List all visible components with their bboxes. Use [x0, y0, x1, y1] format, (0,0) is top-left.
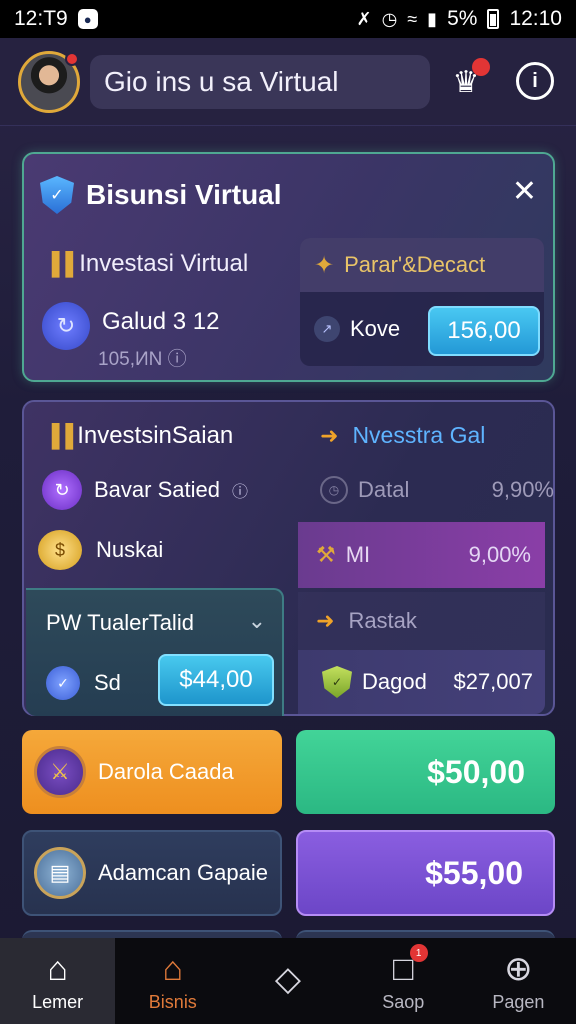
check-icon: ✓ — [46, 666, 80, 700]
list-item[interactable]: ➜ Rastak — [298, 592, 545, 650]
nav-label: Saop — [382, 991, 425, 1012]
row2-right-label: MI — [345, 542, 371, 567]
nav-label: Bisnis — [148, 991, 197, 1012]
bar-chart-icon: ▐▐ — [44, 423, 73, 448]
wifi-icon: ≈ — [407, 8, 418, 29]
dropdown-row-label: Sd — [94, 670, 121, 695]
status-time-left: 12:T9 — [14, 7, 68, 30]
tile-label: Adamcan Gapaie — [98, 860, 268, 885]
bar-chart-icon: ▐▐ — [44, 251, 73, 276]
avatar[interactable] — [18, 50, 80, 113]
tile-value: $50,00 — [427, 753, 525, 790]
nav-label: Pagen — [492, 991, 545, 1012]
dropdown-title: PW TualerTalid — [46, 610, 194, 635]
value-tile-violet[interactable]: $55,00 — [296, 830, 555, 916]
business-home-icon: ⌂ — [162, 949, 184, 988]
card-title: Bisunsi Virtual — [86, 179, 282, 210]
row3-right-label: Rastak — [348, 608, 417, 633]
info-icon: ⓘ — [231, 484, 248, 501]
gold-coin-icon: $ — [38, 530, 82, 570]
value-label: Galud 3 12 — [102, 308, 220, 335]
nav-item-bisnis[interactable]: ⌂ Bisnis — [115, 938, 230, 1024]
coin-icon: ↻ — [42, 302, 90, 350]
clock-icon: ◷ — [320, 476, 348, 504]
battery-icon — [487, 9, 500, 29]
amount-button[interactable]: $44,00 — [158, 654, 274, 706]
coin-icon: ↻ — [42, 470, 82, 510]
notification-badge: 1 — [409, 944, 428, 962]
investment-card: ▐▐ InvestsinSaian ➜ Nvesstra Gal ↻ Bavar… — [22, 400, 555, 716]
row4-right-label: Dagod — [362, 669, 427, 694]
deposit-panel: ✦ Parar'&Decact ↗ Kove 156,00 — [300, 238, 544, 366]
list-item-highlighted[interactable]: ⚒ MI 9,00% — [298, 522, 545, 588]
trophy-icon[interactable]: ♛ — [446, 58, 490, 102]
tool-icon: ⚒ — [316, 542, 336, 567]
signal-icon: ▮ — [427, 8, 438, 29]
shield-icon: ✓ — [40, 176, 74, 214]
list-item[interactable]: ✓ Dagod $27,007 — [298, 650, 545, 714]
row1-label: Bavar Satied — [94, 477, 220, 502]
nav-item-shop[interactable]: □ 1 Saop — [346, 938, 461, 1024]
card-subtitle: Investasi Virtual — [79, 250, 249, 277]
diamond-icon: ◇ — [274, 960, 302, 998]
sword-icon: ⚔ — [34, 746, 86, 798]
row2-right-value: 9,00% — [468, 542, 531, 567]
panel-title: Parar'&Decact — [344, 252, 486, 277]
panel-row-label: Kove — [350, 316, 401, 341]
list-item[interactable]: ◷ Datal 9,90% — [320, 476, 554, 504]
nav-item-add[interactable]: ⊕ Pagen — [461, 938, 576, 1024]
shield-icon: ✓ — [322, 666, 352, 698]
row1-right-label: Datal — [358, 477, 410, 502]
chevron-down-icon[interactable]: ⌄ — [248, 608, 266, 634]
arrow-right-icon: ➜ — [316, 608, 335, 633]
document-icon: ▤ — [34, 847, 86, 899]
app-notification-icon: ● — [77, 9, 98, 29]
amount-button[interactable]: 156,00 — [428, 306, 540, 356]
action-tile-orange[interactable]: ⚔ Darola Caada — [22, 730, 282, 814]
close-icon[interactable]: ✕ — [512, 174, 537, 209]
alarm-icon: ◷ — [381, 8, 398, 29]
chart-icon: ↗ — [314, 316, 340, 342]
nav-item-center[interactable]: ◇ — [230, 938, 345, 1024]
status-time-right: 12:10 — [509, 7, 562, 30]
section-title-right[interactable]: Nvesstra Gal — [352, 422, 485, 449]
tile-value: $55,00 — [425, 854, 523, 891]
value-small: 105,ИN ⓘ — [98, 349, 187, 370]
section-title-left: InvestsinSaian — [77, 422, 234, 449]
notification-badge — [472, 58, 490, 76]
status-bar: 12:T9 ● ✗ ◷ ≈ ▮ 5% 12:10 — [0, 0, 576, 38]
row4-right-value: $27,007 — [453, 669, 533, 694]
value-tile-green[interactable]: $50,00 — [296, 730, 555, 814]
nav-label: Lemer — [32, 991, 84, 1012]
nav-item-home[interactable]: ⌂ Lemer — [0, 938, 116, 1024]
row1-right-value: 9,90% — [491, 477, 554, 502]
home-icon: ⌂ — [47, 949, 68, 988]
action-tile-navy[interactable]: ▤ Adamcan Gapaie — [22, 830, 282, 916]
app-header: Gio ins u sa Virtual — [0, 38, 576, 126]
arrow-right-icon: ➜ — [320, 422, 339, 448]
mute-icon: ✗ — [356, 8, 372, 29]
tile-label: Darola Caada — [98, 759, 234, 784]
info-icon[interactable]: i — [516, 62, 554, 100]
bottom-nav: ⌂ Lemer ⌂ Bisnis ◇ □ 1 Saop ⊕ Pagen — [0, 938, 576, 1024]
virtual-business-card: ✓ Bisunsi Virtual ✕ ▐▐ Investasi Virtual… — [22, 152, 555, 382]
page-title: Gio ins u sa Virtual — [90, 54, 430, 109]
dropdown-panel[interactable]: PW TualerTalid ⌄ ✓ Sd $44,00 — [26, 588, 284, 716]
row2-label: Nuskai — [96, 537, 164, 562]
gift-icon: ✦ — [314, 251, 335, 279]
notification-dot — [65, 51, 79, 66]
battery-percent: 5% — [447, 7, 478, 30]
add-icon: ⊕ — [504, 949, 533, 988]
